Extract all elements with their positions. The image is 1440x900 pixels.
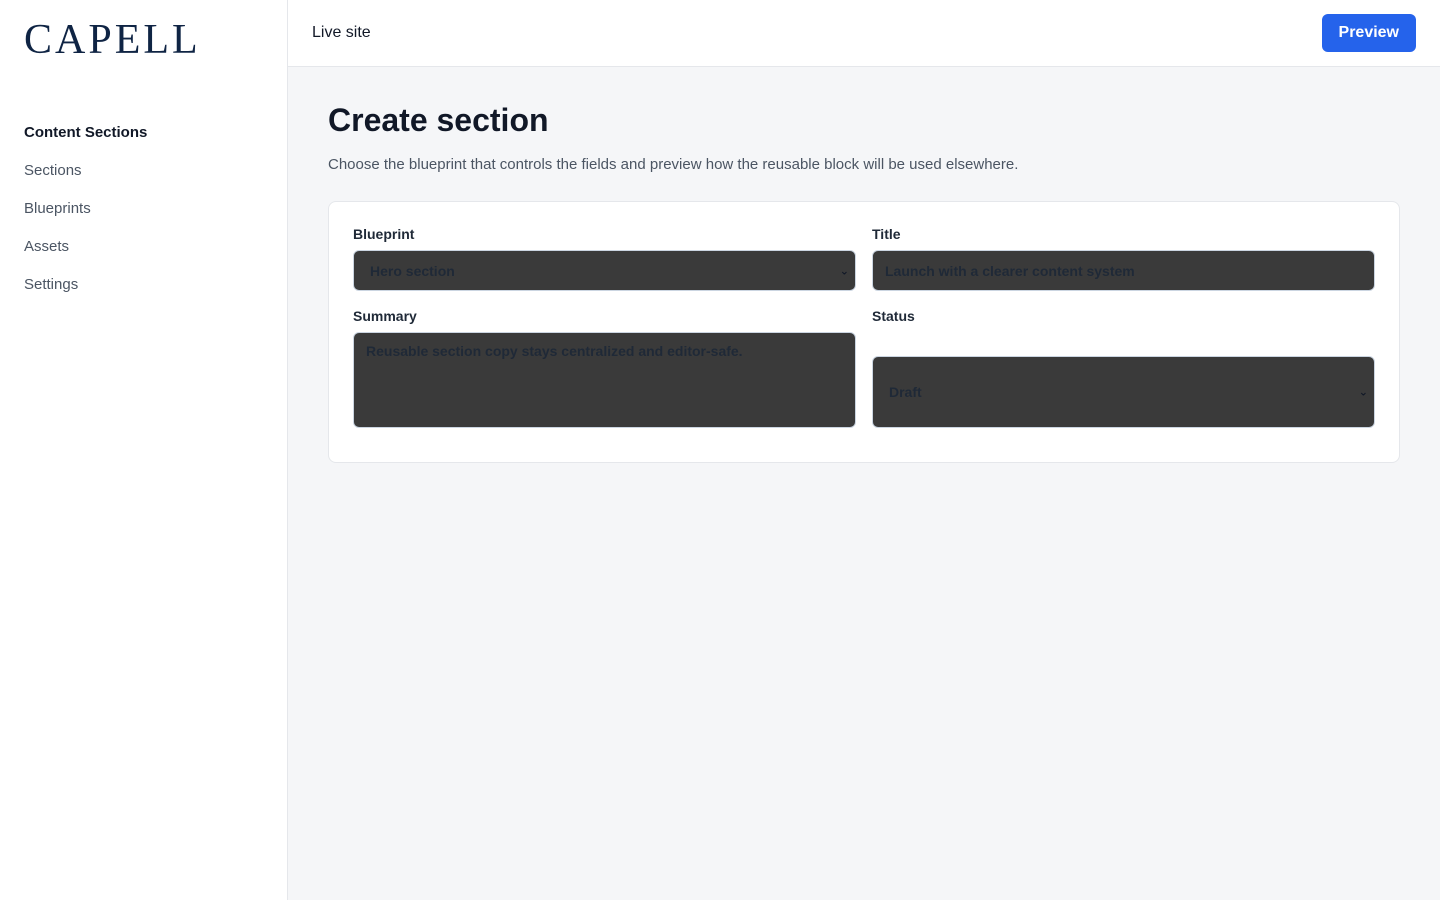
content: Create section Choose the blueprint that… [288, 67, 1440, 463]
sidebar-item-settings[interactable]: Settings [24, 274, 263, 296]
title-field: Title Launch with a clearer content syst… [872, 226, 1375, 291]
title-label: Title [872, 226, 901, 242]
summary-textarea-value: Reusable section copy stays centralized … [366, 343, 743, 359]
title-input-value: Launch with a clearer content system [885, 262, 1135, 279]
blueprint-select-value: Hero section [370, 262, 455, 279]
sidebar-item-sections[interactable]: Sections [24, 160, 263, 182]
blueprint-field: Blueprint Hero section ⌄ [353, 226, 856, 291]
page-description: Choose the blueprint that controls the f… [328, 156, 1019, 173]
page-title: Create section [328, 102, 549, 138]
status-select-value: Draft [889, 384, 922, 400]
summary-textarea[interactable]: Reusable section copy stays centralized … [353, 332, 856, 428]
app-root: CAPELL Content Sections Sections Bluepri… [0, 0, 1440, 900]
sidebar: CAPELL Content Sections Sections Bluepri… [0, 0, 288, 900]
preview-button[interactable]: Preview [1321, 14, 1416, 52]
summary-label: Summary [353, 308, 417, 324]
blueprint-label: Blueprint [353, 226, 415, 242]
main-area: Live site Preview Create section Choose … [288, 0, 1440, 900]
status-field: Status Draft ⌄ [872, 308, 1375, 428]
title-input[interactable]: Launch with a clearer content system [872, 250, 1375, 291]
sidebar-nav: Content Sections Sections Blueprints Ass… [24, 122, 263, 296]
live-site-link[interactable]: Live site [312, 24, 371, 42]
sidebar-item-assets[interactable]: Assets [24, 236, 263, 258]
chevron-down-icon: ⌄ [839, 265, 849, 277]
topbar: Live site Preview [288, 0, 1440, 67]
section-form-card: Blueprint Hero section ⌄ Title Launch wi… [328, 201, 1400, 463]
chevron-down-icon: ⌄ [1358, 386, 1368, 399]
status-label: Status [872, 308, 915, 324]
sidebar-group-content-sections[interactable]: Content Sections [24, 122, 263, 144]
status-select[interactable]: Draft ⌄ [872, 356, 1375, 428]
blueprint-select[interactable]: Hero section ⌄ [353, 250, 856, 291]
sidebar-item-blueprints[interactable]: Blueprints [24, 198, 263, 220]
summary-field: Summary Reusable section copy stays cent… [353, 308, 856, 428]
brand-logo[interactable]: CAPELL [24, 18, 201, 62]
